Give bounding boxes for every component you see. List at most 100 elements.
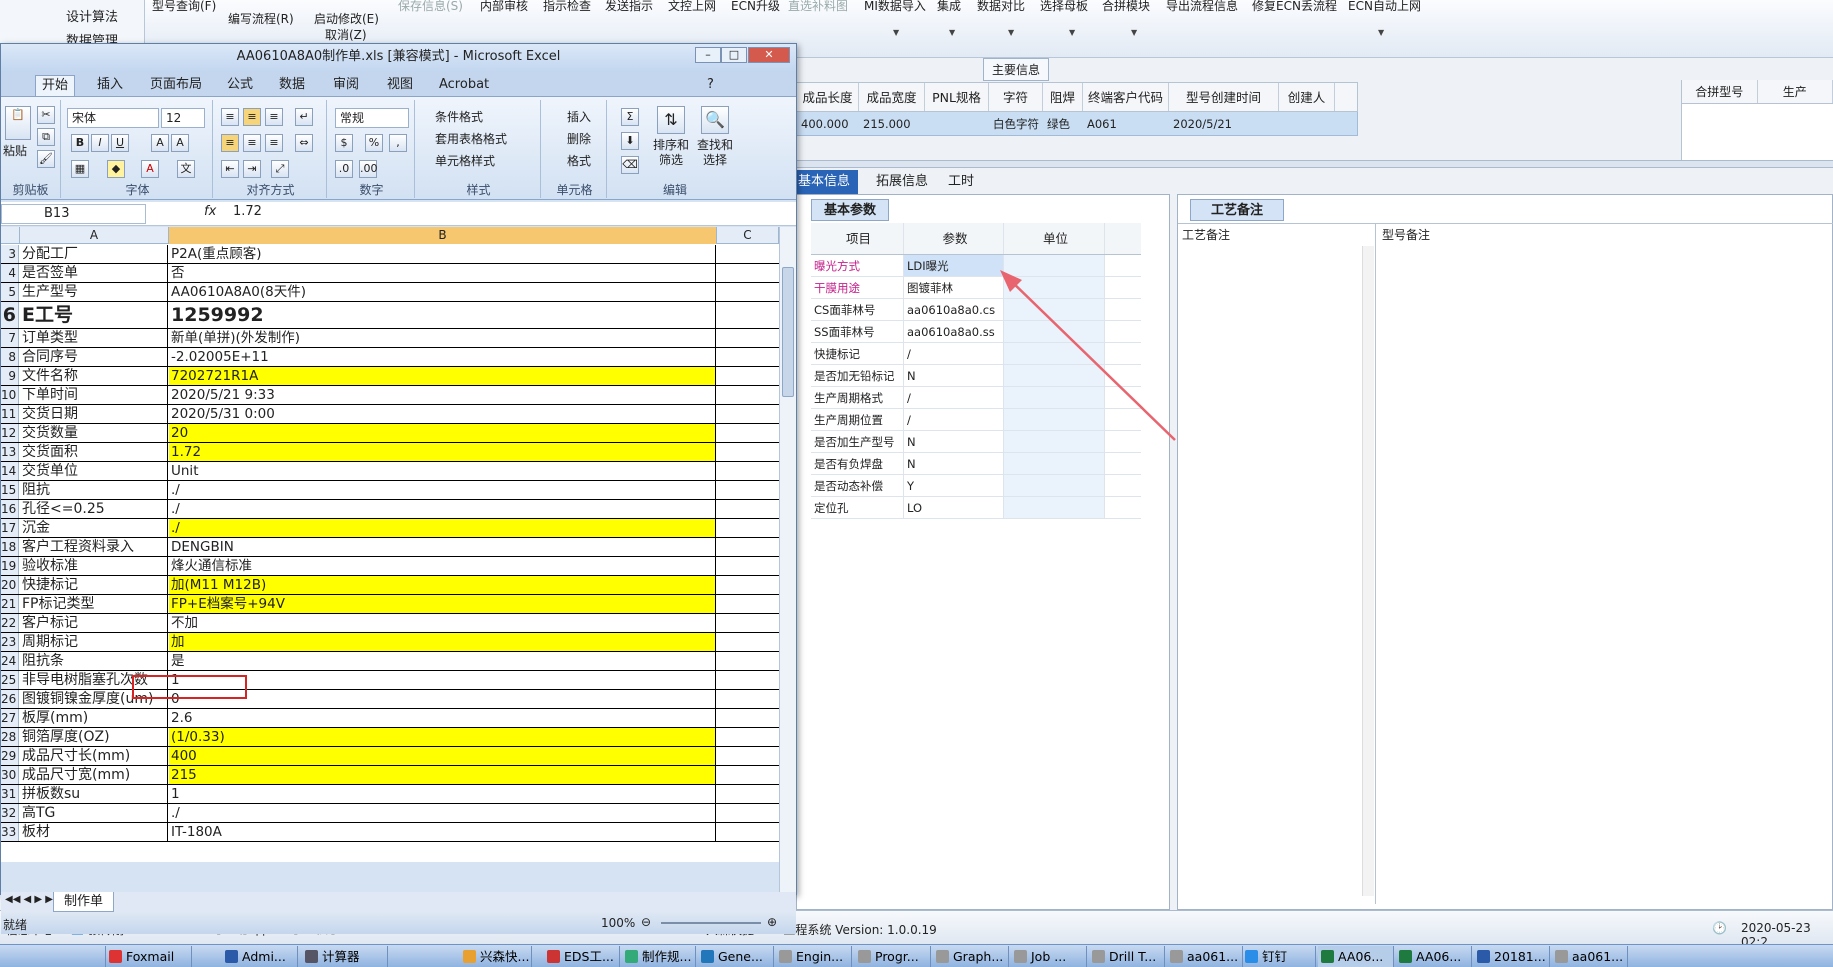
table-row[interactable]: 6 E工号 1259992 (1, 302, 779, 329)
cell-b[interactable]: 400 (169, 747, 716, 765)
table-row[interactable]: CS面菲林号 aa0610a8a0.cs (811, 299, 1141, 321)
column-header[interactable]: 生产 (1758, 80, 1833, 103)
align-left-icon[interactable]: ≡ (221, 134, 239, 152)
table-row[interactable]: 生产周期位置 / (811, 409, 1141, 431)
zoom-in-icon[interactable]: ⊕ (767, 915, 777, 929)
panel-title[interactable]: 基本参数 (811, 199, 890, 221)
decrease-indent-icon[interactable]: ⇤ (221, 160, 239, 178)
maximize-button[interactable]: □ (721, 47, 747, 63)
table-row[interactable]: 26 图镀铜镍金厚度(um) 0 (1, 690, 779, 709)
number-format-select[interactable]: 常规 (335, 108, 409, 128)
scrollbar-thumb[interactable] (782, 267, 794, 397)
row-number[interactable]: 3 (1, 245, 19, 263)
column-header[interactable]: 字符 (989, 83, 1043, 111)
cell-a[interactable]: 孔径<=0.25 (20, 500, 168, 518)
row-number[interactable]: 29 (1, 747, 19, 765)
delete-cells-button[interactable]: 删除 (567, 130, 591, 147)
format-cells-button[interactable]: 格式 (567, 152, 591, 169)
table-row[interactable]: 是否有负焊盘 N (811, 453, 1141, 475)
cell-a[interactable]: 阻抗条 (20, 652, 168, 670)
row-number[interactable]: 13 (1, 443, 19, 461)
table-row[interactable]: SS面菲林号 aa0610a8a0.ss (811, 321, 1141, 343)
column-header[interactable]: 参数 (904, 223, 1004, 254)
row-number[interactable]: 12 (1, 424, 19, 442)
param-unit[interactable] (1004, 475, 1105, 496)
cell-a[interactable]: 订单类型 (20, 329, 168, 347)
column-header-c[interactable]: C (717, 227, 779, 244)
cell-a[interactable]: 是否签单 (20, 264, 168, 282)
grow-font-icon[interactable]: A (151, 134, 169, 152)
toolbar-repair-ecn[interactable]: 修复ECN丢流程 (1252, 0, 1337, 14)
taskbar-aa061-1[interactable]: aa061... (1167, 946, 1243, 967)
zoom-level[interactable]: 100% (601, 916, 635, 930)
cell-a[interactable]: 交货单位 (20, 462, 168, 480)
table-row[interactable]: 生产周期格式 / (811, 387, 1141, 409)
cell-a[interactable]: 铜箔厚度(OZ) (20, 728, 168, 746)
param-unit[interactable] (1004, 409, 1105, 430)
taskbar-eds[interactable]: EDS工... (544, 946, 620, 967)
table-row[interactable]: 15 阻抗 ./ (1, 481, 779, 500)
table-row[interactable]: 32 高TG ./ (1, 804, 779, 823)
toolbar-save[interactable]: 保存信息(S) (398, 0, 463, 14)
param-value[interactable]: / (904, 409, 1004, 430)
taskbar-engin[interactable]: Engin... (776, 946, 852, 967)
cell-a[interactable]: 下单时间 (20, 386, 168, 404)
column-header[interactable]: 型号创建时间 (1169, 83, 1279, 111)
cell-a[interactable]: 交货日期 (20, 405, 168, 423)
toolbar-export-flow[interactable]: 导出流程信息 (1166, 0, 1238, 14)
cell-b[interactable]: 是 (169, 652, 716, 670)
table-row[interactable]: 是否动态补偿 Y (811, 475, 1141, 497)
cell-b[interactable]: 加(M11 M12B) (169, 576, 716, 594)
table-row[interactable]: 17 沉金 ./ (1, 519, 779, 538)
taskbar-calculator[interactable]: 计算器 (302, 946, 388, 967)
column-header[interactable]: 创建人 (1279, 83, 1335, 111)
tab-work-hours[interactable]: 工时 (940, 170, 982, 194)
param-unit[interactable] (1004, 497, 1105, 518)
shrink-font-icon[interactable]: A (171, 134, 189, 152)
toolbar-send[interactable]: 发送指示 (605, 0, 653, 14)
toolbar-material[interactable]: 直选补料图 (788, 0, 848, 14)
cell-a[interactable]: 合同序号 (20, 348, 168, 366)
row-number[interactable]: 19 (1, 557, 19, 575)
row-number[interactable]: 5 (1, 283, 19, 301)
phonetic-icon[interactable]: 文 (177, 160, 195, 178)
comma-icon[interactable]: , (389, 134, 407, 152)
copy-icon[interactable]: ⧉ (37, 128, 55, 146)
table-row[interactable]: 19 验收标准 烽火通信标准 (1, 557, 779, 576)
spreadsheet-grid[interactable]: A B C 3 分配工厂 P2A(重点顾客) 4 是否签单否 5 生产型号 AA0610A8A… (1, 227, 779, 862)
cell-styles-button[interactable]: 单元格样式 (435, 152, 495, 169)
row-number[interactable]: 31 (1, 785, 19, 803)
toolbar-ecn-upgrade[interactable]: ECN升级 (731, 0, 780, 14)
bold-icon[interactable]: B (71, 134, 89, 152)
table-row[interactable]: 干膜用途 图镀菲林 (811, 277, 1141, 299)
tab-basic-info[interactable]: 基本信息 (790, 170, 859, 194)
toolbar-merge[interactable]: 合拼模块 (1102, 0, 1150, 14)
toolbar-mi-import[interactable]: MI数据导入 (864, 0, 926, 14)
table-row[interactable]: 24 阻抗条是 (1, 652, 779, 671)
conditional-format-button[interactable]: 条件格式 (435, 108, 483, 125)
param-value[interactable]: aa0610a8a0.cs (904, 299, 1004, 320)
paste-icon[interactable]: 📋 (5, 106, 31, 140)
row-number[interactable]: 6 (1, 302, 19, 328)
param-unit[interactable] (1004, 321, 1105, 342)
taskbar-job[interactable]: Job ... (1011, 946, 1087, 967)
cell-b[interactable]: 否 (169, 264, 716, 282)
vertical-scrollbar[interactable] (779, 227, 796, 893)
param-value[interactable]: / (904, 343, 1004, 364)
cell-b[interactable]: 2020/5/21 9:33 (169, 386, 716, 404)
panel-splitter[interactable] (790, 160, 1833, 168)
taskbar-aa06-excel-1[interactable]: AA06... (1318, 946, 1394, 967)
cell-b[interactable]: ./ (169, 804, 716, 822)
orientation-icon[interactable]: ⤢ (271, 160, 289, 178)
row-number[interactable]: 15 (1, 481, 19, 499)
cell-b[interactable]: 215 (169, 766, 716, 784)
toolbar-internal-review[interactable]: 内部审核 (480, 0, 528, 14)
table-row[interactable]: 31 拼板数su 1 (1, 785, 779, 804)
row-number[interactable]: 18 (1, 538, 19, 556)
table-row[interactable]: 9 文件名称 7202721R1A (1, 367, 779, 386)
table-row[interactable]: 10 下单时间 2020/5/21 9:33 (1, 386, 779, 405)
tab-page-layout[interactable]: 页面布局 (144, 75, 208, 95)
main-table-row[interactable]: 400.000 215.000 白色字符 绿色 A061 2020/5/21 (796, 112, 1358, 136)
table-format-button[interactable]: 套用表格格式 (435, 130, 507, 147)
fx-icon[interactable]: fx (204, 204, 216, 219)
